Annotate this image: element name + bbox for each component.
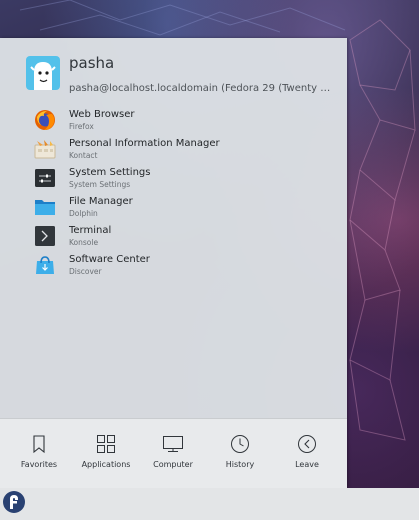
user-host: pasha@localhost.localdomain (Fedora 29 (… [69,83,331,94]
fedora-launcher-button[interactable] [1,489,27,515]
tab-leave[interactable]: Leave [274,419,340,489]
app-description: System Settings [69,180,131,189]
app-web-browser[interactable]: Web Browser Firefox [0,106,347,134]
app-personal-information-manager[interactable]: Personal Information Manager Kontact [0,135,347,163]
user-header: pasha pasha@localhost.localdomain (Fedor… [0,38,347,106]
monitor-icon [162,433,184,455]
fedora-logo-icon [3,491,25,513]
app-name: Software Center [69,254,150,265]
terminal-icon [34,225,56,247]
tab-applications[interactable]: Applications [73,419,139,489]
firefox-icon [34,109,56,131]
app-description: Discover [69,267,102,276]
application-launcher-menu: pasha pasha@localhost.localdomain (Fedor… [0,38,347,489]
launcher-tabs: Favorites Applications Computer History … [0,418,347,489]
app-name: Terminal [69,225,112,236]
tab-computer[interactable]: Computer [140,419,206,489]
app-system-settings[interactable]: System Settings System Settings [0,164,347,192]
taskbar [0,488,419,520]
tab-label: Leave [295,460,319,469]
tab-label: Computer [153,460,193,469]
user-name: pasha [69,54,115,72]
app-name: Personal Information Manager [69,138,220,149]
bookmark-icon [28,433,50,455]
clock-icon [229,433,251,455]
tab-label: Favorites [20,460,58,469]
kontact-icon [34,138,56,160]
app-description: Firefox [69,122,94,131]
app-description: Kontact [69,151,98,160]
app-name: Web Browser [69,109,135,120]
user-avatar[interactable] [26,56,60,90]
app-description: Dolphin [69,209,98,218]
app-software-center[interactable]: Software Center Discover [0,251,347,279]
tab-favorites[interactable]: Favorites [6,419,72,489]
tab-history[interactable]: History [207,419,273,489]
tab-label: Applications [81,460,131,469]
app-description: Konsole [69,238,99,247]
discover-icon [34,254,56,276]
tab-label: History [225,460,255,469]
app-name: System Settings [69,167,151,178]
app-terminal[interactable]: Terminal Konsole [0,222,347,250]
app-file-manager[interactable]: File Manager Dolphin [0,193,347,221]
settings-icon [34,167,56,189]
app-name: File Manager [69,196,133,207]
leave-icon [296,433,318,455]
folder-icon [34,196,56,218]
grid-icon [95,433,117,455]
